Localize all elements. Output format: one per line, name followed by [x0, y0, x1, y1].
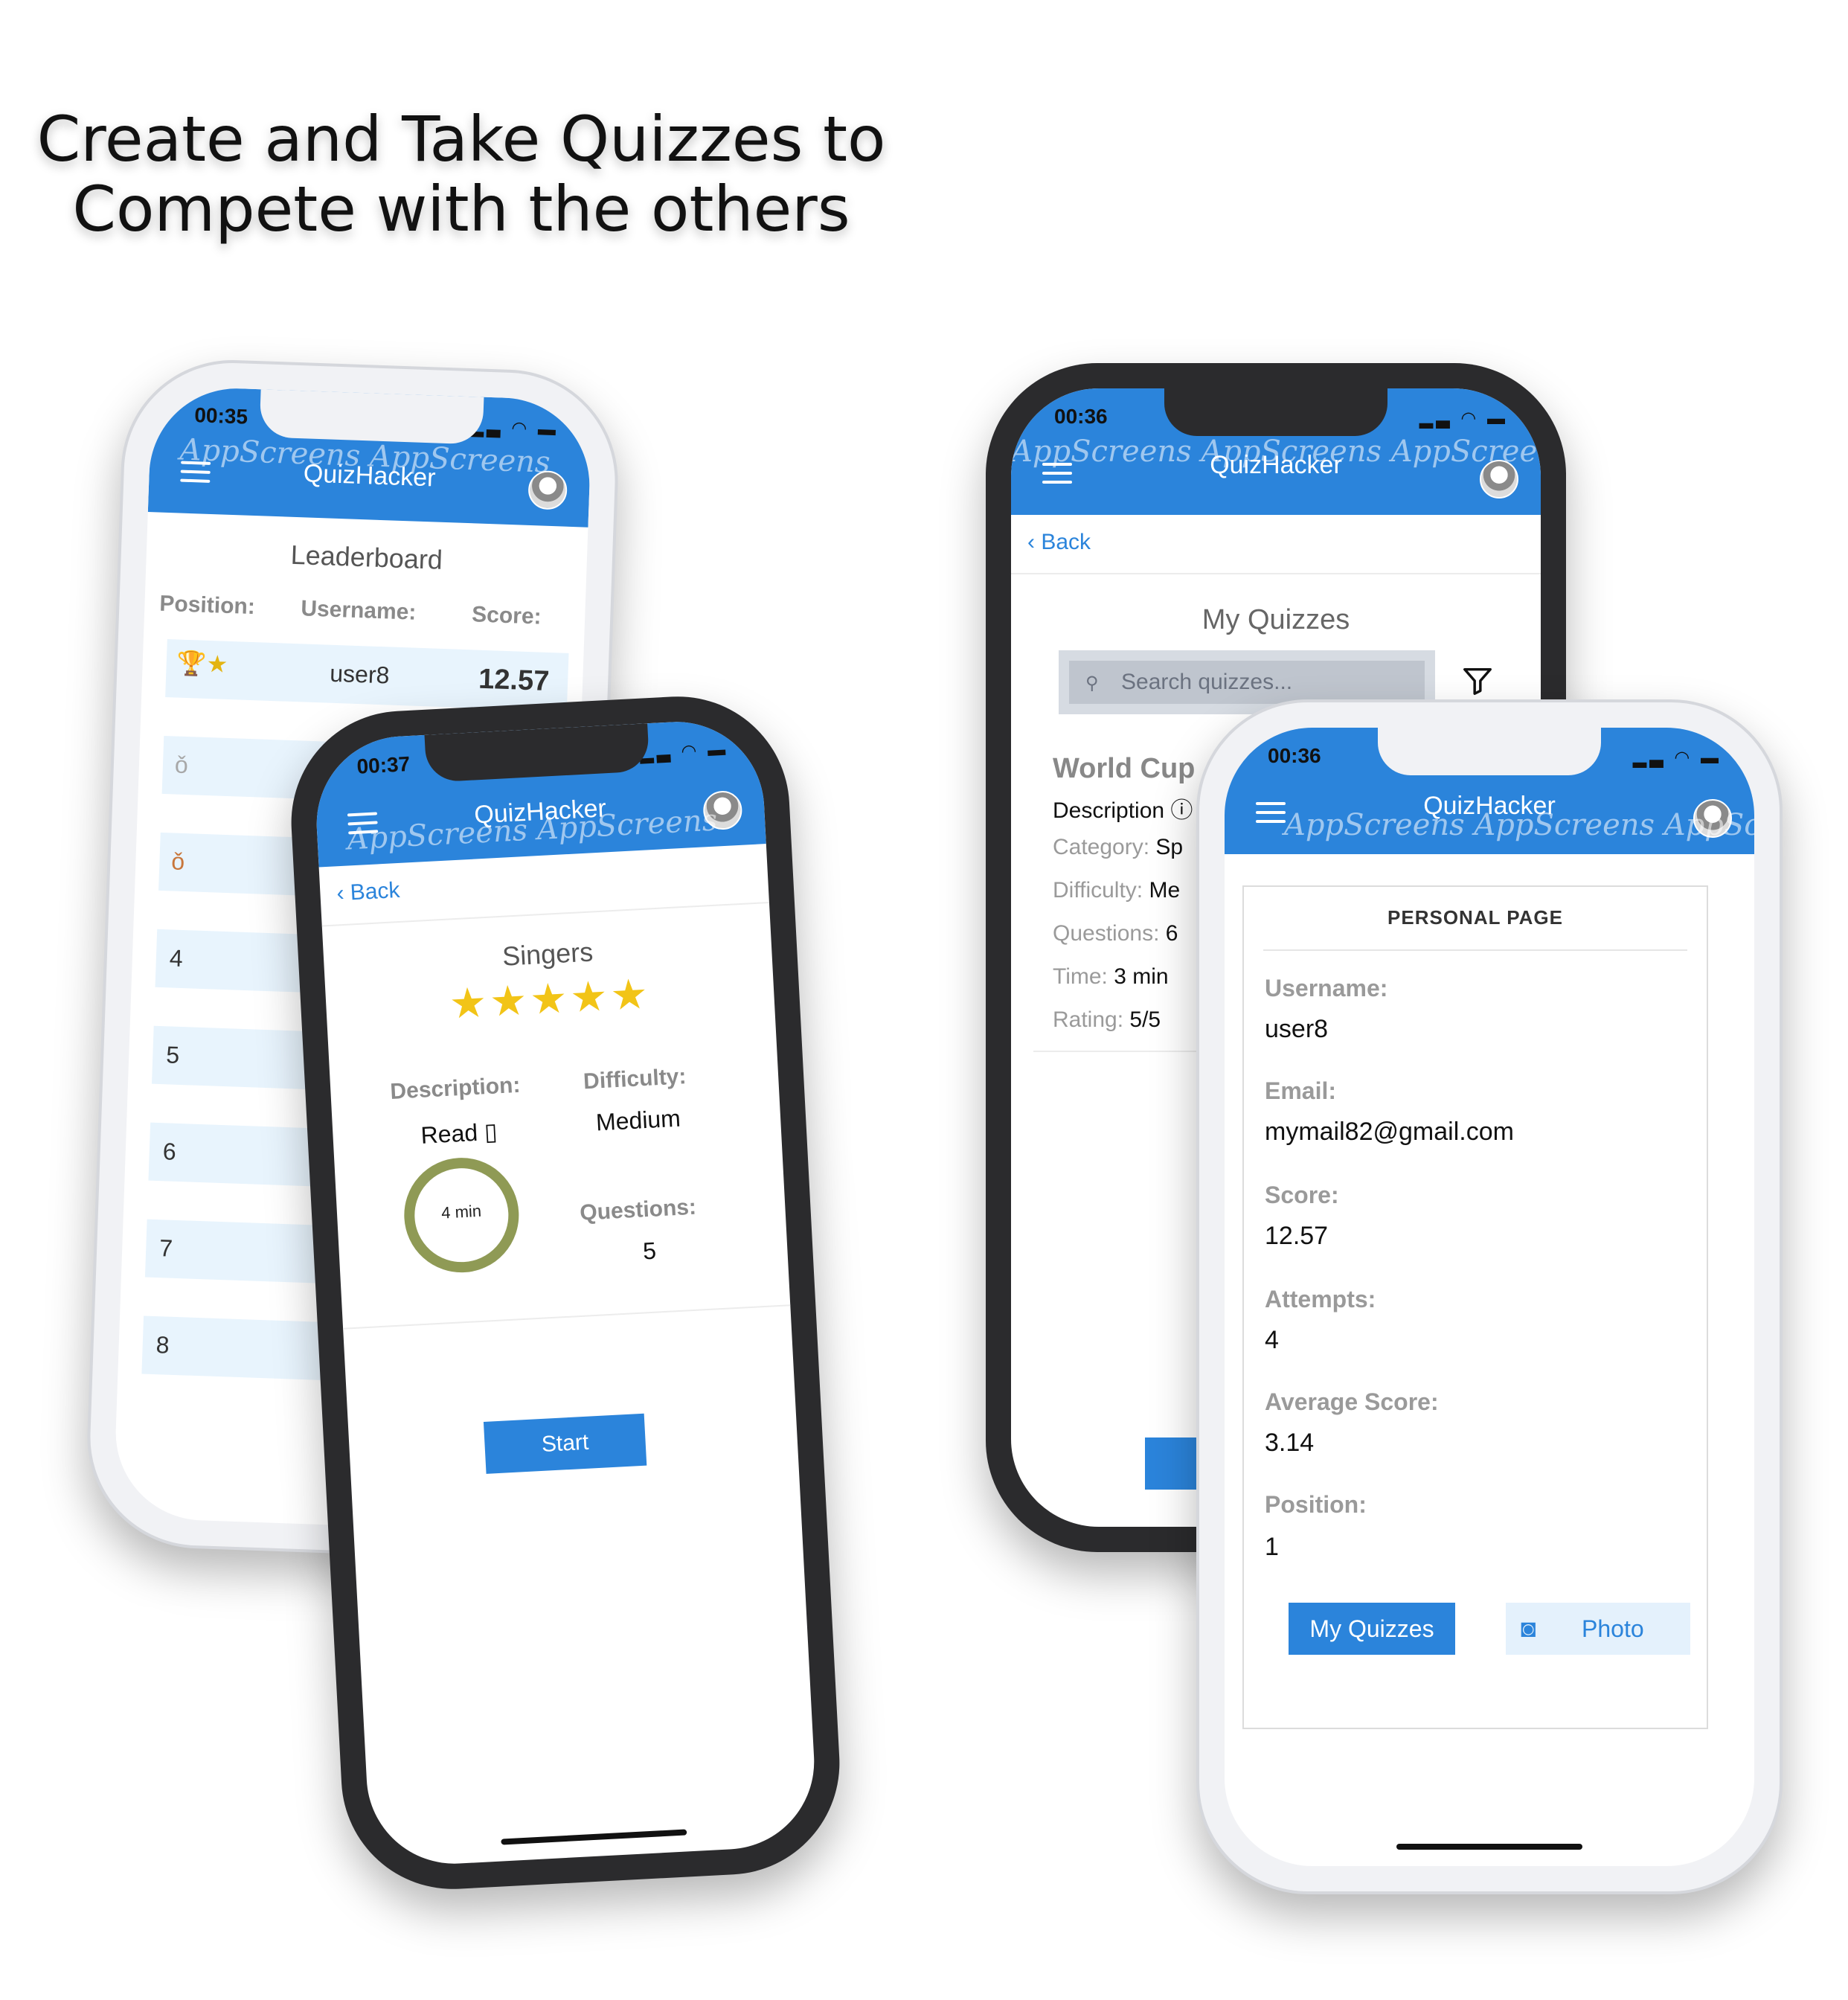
my-quizzes-button[interactable]: My Quizzes — [1289, 1603, 1455, 1655]
app-title: QuizHacker — [473, 794, 607, 830]
status-icons: ▂▃ ◠ ▬ — [469, 417, 559, 440]
score-label: Score: — [1265, 1182, 1339, 1208]
status-icons: ▂▃ ◠ ▬ — [1632, 748, 1722, 768]
start-button[interactable]: Start — [483, 1413, 647, 1474]
back-link[interactable]: ‹ Back — [336, 878, 401, 906]
avatar[interactable] — [1693, 799, 1732, 838]
bronze-medal-icon: ǒ — [170, 847, 185, 876]
row-position: 5 — [165, 1041, 180, 1068]
notch — [1164, 388, 1387, 436]
app-title: QuizHacker — [303, 459, 437, 493]
description-label: Description: — [389, 1072, 522, 1104]
score-value: 12.57 — [1265, 1222, 1329, 1250]
app-title: QuizHacker — [1423, 792, 1556, 820]
quiz-card-description: Description ⓘ — [1053, 798, 1193, 823]
divider — [1263, 949, 1687, 951]
row-position: 6 — [162, 1138, 177, 1165]
status-time: 00:36 — [1054, 405, 1108, 428]
chevron-left-icon: ‹ — [1027, 530, 1042, 554]
quiz-card-category: Category: Sp — [1053, 835, 1184, 859]
camera-icon: ◙ — [1521, 1615, 1536, 1643]
quiz-card-time: Time: 3 min — [1053, 964, 1169, 989]
header-score: Score: — [471, 602, 542, 629]
quiz-card-questions: Questions: 6 — [1053, 921, 1178, 946]
header-position: Position: — [158, 591, 256, 620]
average-score-value: 3.14 — [1265, 1429, 1315, 1457]
divider — [343, 1304, 791, 1330]
attempts-label: Attempts: — [1265, 1286, 1376, 1312]
photo-button-label: Photo — [1582, 1615, 1644, 1642]
time-ring: 4 min — [401, 1155, 522, 1276]
personal-page-screen: 00:36 ▂▃ ◠ ▬ QuizHacker AppScreens AppSc… — [1225, 728, 1754, 1866]
quiz-detail-screen: 00:37 ▂▃ ◠ ▬ QuizHacker AppScreens AppSc… — [312, 717, 819, 1868]
filter-icon[interactable] — [1460, 664, 1495, 698]
silver-medal-icon: ǒ — [174, 751, 189, 779]
row-score: 12.57 — [478, 663, 551, 697]
phone-quiz-detail: 00:37 ▂▃ ◠ ▬ QuizHacker AppScreens AppSc… — [285, 690, 846, 1895]
status-icons: ▂▃ ◠ ▬ — [1419, 408, 1508, 429]
position-value: 1 — [1265, 1533, 1279, 1561]
photo-button[interactable]: ◙ Photo — [1506, 1603, 1690, 1655]
personal-page-title: PERSONAL PAGE — [1387, 906, 1563, 929]
leaderboard-title: Leaderboard — [290, 539, 443, 575]
average-score-label: Average Score: — [1265, 1388, 1439, 1415]
info-icon[interactable]: ⓘ — [1170, 798, 1193, 823]
attempts-value: 4 — [1265, 1326, 1279, 1354]
status-time: 00:36 — [1268, 744, 1321, 767]
back-row: ‹ Back — [1011, 515, 1541, 574]
difficulty-label: Difficulty: — [583, 1064, 687, 1094]
header-username: Username: — [300, 596, 417, 625]
avatar[interactable] — [1480, 460, 1518, 499]
row-username: user8 — [329, 659, 391, 689]
leaderboard-row[interactable]: 🏆★ user8 12.57 — [165, 639, 569, 711]
time-value: 4 min — [440, 1201, 482, 1222]
position-label: Position: — [1265, 1491, 1367, 1518]
home-indicator — [501, 1829, 687, 1845]
headline: Create and Take Quizzes to Compete with … — [0, 104, 923, 244]
search-placeholder: Search quizzes... — [1121, 670, 1293, 694]
headline-line-2: Compete with the others — [72, 173, 850, 246]
quiz-card-rating: Rating: 5/5 — [1053, 1007, 1161, 1032]
search-input[interactable]: ⚲ Search quizzes... — [1069, 661, 1425, 704]
username-value: user8 — [1265, 1015, 1329, 1043]
search-icon: ⚲ — [1085, 673, 1099, 693]
headline-line-1: Create and Take Quizzes to — [36, 103, 886, 176]
quiz-card-title[interactable]: World Cup — [1053, 753, 1195, 785]
status-icons: ▂▃ ◠ ▬ — [639, 739, 729, 764]
status-time: 00:37 — [356, 751, 411, 778]
username-label: Username: — [1265, 975, 1388, 1001]
row-position: 8 — [155, 1331, 170, 1359]
avatar[interactable] — [527, 469, 568, 510]
questions-label: Questions: — [579, 1194, 697, 1225]
notch — [1378, 728, 1601, 775]
row-position: 7 — [158, 1234, 173, 1262]
row-position: 4 — [169, 944, 184, 972]
notch — [259, 389, 484, 445]
back-link[interactable]: ‹ Back — [1027, 530, 1091, 555]
status-time: 00:35 — [193, 403, 248, 429]
questions-value: 5 — [642, 1237, 657, 1265]
my-quizzes-title: My Quizzes — [1201, 604, 1350, 635]
home-indicator — [1396, 1844, 1582, 1850]
chevron-left-icon: ‹ — [336, 880, 351, 906]
trophy-icon: 🏆★ — [176, 649, 228, 678]
app-title: QuizHacker — [1210, 451, 1342, 479]
action-button[interactable] — [1145, 1438, 1204, 1490]
description-value: Read ▯ — [420, 1118, 498, 1149]
book-icon: ▯ — [483, 1118, 498, 1146]
email-label: Email: — [1265, 1077, 1337, 1104]
quiz-card-difficulty: Difficulty: Me — [1053, 878, 1181, 903]
email-value: mymail82@gmail.com — [1265, 1118, 1514, 1146]
difficulty-value: Medium — [595, 1104, 681, 1136]
personal-card: PERSONAL PAGE Username: user8 Email: mym… — [1242, 885, 1708, 1729]
phone-personal-page: 00:36 ▂▃ ◠ ▬ QuizHacker AppScreens AppSc… — [1196, 699, 1783, 1894]
